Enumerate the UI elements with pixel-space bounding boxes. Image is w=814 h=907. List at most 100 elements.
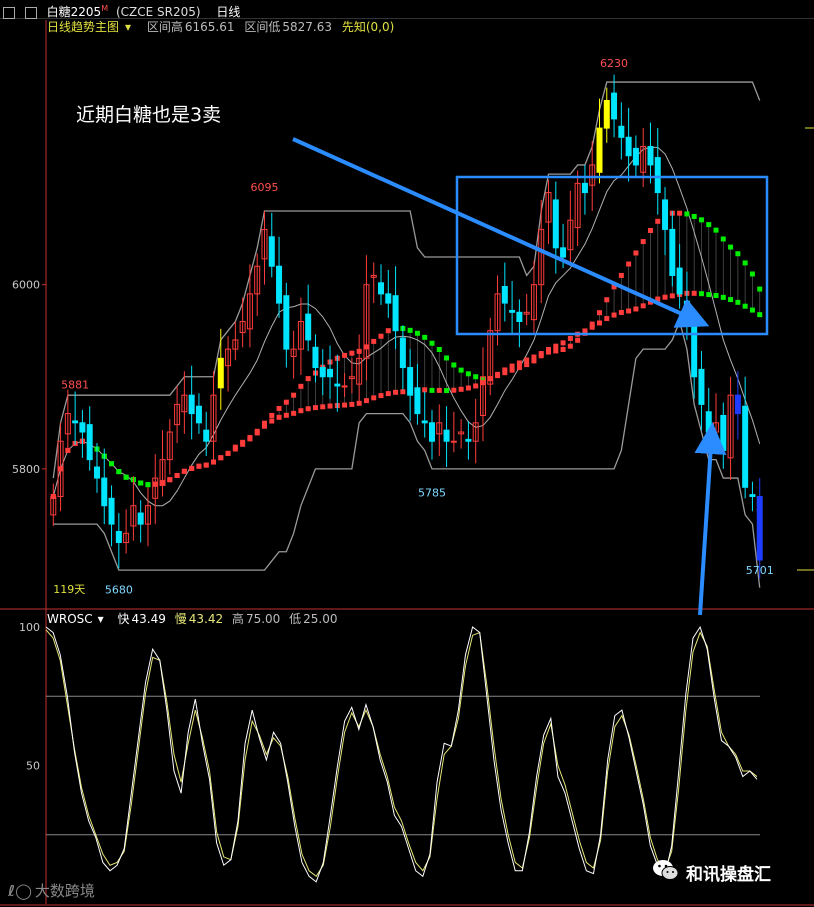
osc-slow-value: 43.42 [188, 612, 224, 626]
osc-name[interactable]: WROSC ▾ [47, 612, 109, 626]
candle-body [334, 383, 341, 387]
candle-body [72, 420, 79, 424]
trend-dot-slow [261, 423, 267, 429]
trend-dot-slow [596, 320, 602, 326]
trend-dot-slow [451, 387, 457, 393]
trend-dot-slow [363, 398, 369, 404]
trend-dot-slow [728, 297, 734, 303]
candle-body [108, 497, 115, 525]
trend-dot-slow [495, 371, 501, 377]
trend-dot-slow [757, 312, 763, 318]
osc-fast-value: 43.49 [131, 612, 166, 626]
candle-body [268, 236, 275, 267]
trend-dot-slow [371, 395, 377, 401]
trend-dot-mid [735, 251, 741, 257]
candle-body [603, 99, 610, 129]
trend-dot-mid [283, 399, 289, 405]
price-chart[interactable]: 6000 5800 6230 6095 5881 5785 5680 5701 119天 100 5… [0, 0, 814, 907]
trend-dot-slow [189, 465, 195, 471]
osc-tick-label: 50 [26, 760, 40, 773]
trend-dot-mid [524, 362, 530, 368]
trend-dot-mid [378, 333, 384, 339]
candle-body [341, 385, 348, 388]
trend-dot-slow [458, 386, 464, 392]
candle-body [86, 424, 93, 461]
trend-dot-slow [538, 351, 544, 357]
trend-dot-slow [698, 291, 704, 297]
trend-dot-slow [444, 388, 450, 394]
price-annotation: 5701 [746, 564, 774, 577]
candle-body [203, 429, 210, 442]
chevron-down-icon: ▾ [97, 612, 104, 626]
price-tick-label: 5800 [12, 463, 40, 476]
candle-body [407, 367, 414, 396]
candle-body [79, 422, 86, 433]
trend-dot-slow [436, 387, 442, 393]
trend-dot-mid [451, 362, 457, 368]
trend-dot-mid [604, 297, 610, 303]
trend-dot-mid [385, 328, 391, 334]
trend-dot-slow [327, 403, 333, 409]
trend-dot-slow [531, 354, 537, 360]
trend-dot-mid [633, 250, 639, 256]
candle-body [705, 411, 712, 433]
trend-dot-slow [342, 402, 348, 408]
price-annotation: 6230 [600, 57, 628, 70]
candle-body [611, 92, 618, 120]
trend-dot-slow [218, 455, 224, 461]
lower-range-line [53, 319, 761, 588]
candle-body [662, 199, 669, 230]
trend-dot-mid [596, 310, 602, 316]
watermark-small: ℓ◯ 大数跨境 [8, 882, 95, 900]
candle-body [749, 494, 756, 497]
trend-dot-slow [502, 367, 508, 373]
price-annotation: 6095 [250, 181, 278, 194]
candle-body [399, 337, 406, 369]
trend-dot-mid [575, 337, 581, 343]
osc-slow-line [45, 629, 758, 878]
trend-dot-mid [742, 260, 748, 266]
trend-dot-slow [109, 461, 115, 467]
candle-body [305, 313, 312, 341]
price-annotation: 5881 [61, 378, 89, 391]
up-arrow [694, 422, 727, 616]
candle-body [414, 387, 421, 415]
trend-dot-mid [342, 352, 348, 358]
trend-dot-slow [524, 357, 530, 363]
trend-dot-slow [742, 303, 748, 309]
trend-dot-slow [582, 328, 588, 334]
trend-dot-slow [145, 482, 151, 488]
trend-dot-mid [647, 228, 653, 234]
trend-dot-slow [662, 294, 668, 300]
trend-dot-slow [378, 393, 384, 399]
candle-body [137, 512, 144, 525]
trend-dot-slow [611, 312, 617, 318]
trend-dot-slow [509, 363, 515, 369]
trend-dot-mid [618, 272, 624, 278]
trend-dot-slow [298, 408, 304, 414]
osc-slow-label: 慢 [174, 612, 187, 626]
trend-dot-slow [167, 477, 173, 483]
candle-body [632, 147, 639, 166]
candle-body [691, 321, 698, 378]
trend-dot-slow [240, 441, 246, 447]
trend-dot-slow [713, 293, 719, 299]
trend-dot-slow [553, 343, 559, 349]
trend-dot-slow [691, 290, 697, 296]
trend-dot-slow [254, 430, 260, 436]
osc-low-value: 25.00 [303, 612, 338, 626]
trend-dot-slow [123, 474, 129, 480]
trend-dot-mid [626, 261, 632, 267]
trend-dot-mid [422, 334, 428, 340]
candle-body [327, 368, 334, 378]
candle-body [669, 228, 676, 276]
trend-dot-slow [546, 346, 552, 352]
candle-body [319, 367, 326, 378]
candle-body [654, 157, 661, 194]
price-tick-label: 6000 [12, 279, 40, 292]
trend-dot-slow [465, 385, 471, 391]
candle-body [516, 311, 523, 322]
trend-dot-mid [276, 405, 282, 411]
candle-body [618, 125, 625, 138]
candle-body [734, 394, 741, 415]
